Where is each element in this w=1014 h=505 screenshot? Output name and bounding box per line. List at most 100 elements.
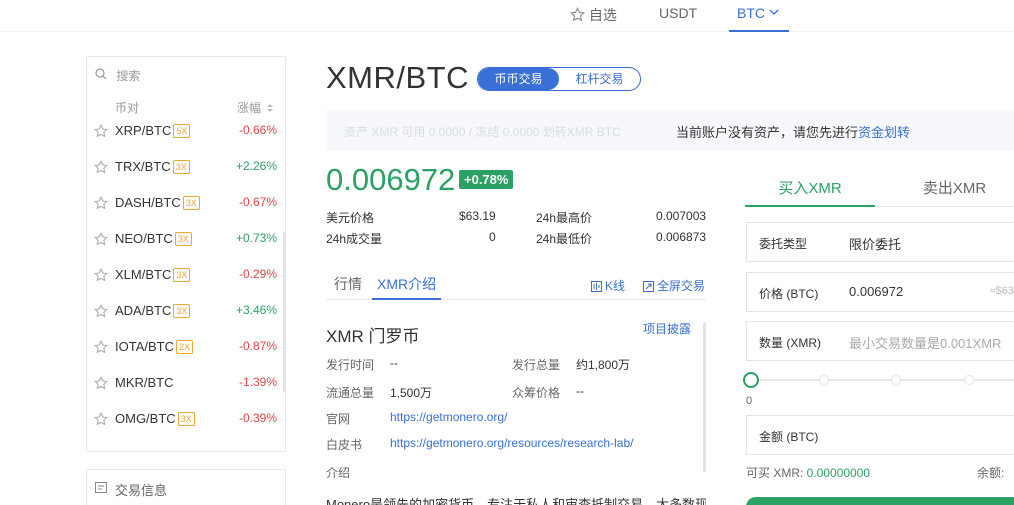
whitepaper-label: 白皮书	[326, 438, 363, 452]
volume-24h-label: 24h成交量	[326, 232, 383, 246]
low-24h-label: 24h最低价	[536, 232, 593, 246]
amount-placeholder: 最小交易数量是0.001XMR	[849, 336, 1002, 351]
intro-scrollbar[interactable]	[703, 322, 706, 472]
market-list-panel: 搜索 币对 涨幅 XRP/BTC 5X -0.66% TRX/BTC 3X +2.2…	[86, 56, 286, 452]
price-field[interactable]: 价格 (BTC) 0.006972 ≈$63	[746, 272, 1014, 312]
pair-row-ada[interactable]: ADA/BTC 3X +3.46%	[87, 294, 285, 330]
available-buy-value: 0.00000000	[806, 466, 871, 480]
star-icon[interactable]	[94, 304, 108, 318]
tab-sell[interactable]: 卖出XMR	[895, 177, 1014, 198]
trade-info-label: 交易信息	[115, 483, 168, 498]
fullscreen-label: 全屏交易	[657, 279, 706, 293]
total-supply-label: 发行总量	[512, 358, 561, 372]
order-type-select[interactable]: 委托类型 限价委托	[746, 222, 1014, 262]
pair-change: +2.26%	[235, 159, 277, 173]
crowdfund-price-value: --	[576, 384, 584, 398]
star-icon[interactable]	[94, 268, 108, 282]
mode-margin-button[interactable]: 杠杆交易	[559, 68, 640, 90]
asset-summary-faded: 资产 XMR 可用 0.0000 / 冻结 0.0000 划转XMR BTC	[344, 125, 621, 139]
tab-usdt[interactable]: USDT	[659, 5, 697, 32]
slider-mark-25[interactable]	[819, 375, 829, 385]
pair-change: -0.87%	[238, 339, 277, 353]
tab-favorites-label: 自选	[588, 7, 617, 23]
no-asset-message: 当前账户没有资产，请您先进行资金划转	[670, 122, 911, 141]
star-icon[interactable]	[94, 160, 108, 174]
pair-change: -0.66%	[238, 123, 277, 137]
pair-row-xrp[interactable]: XRP/BTC 5X -0.66%	[87, 114, 285, 150]
leverage-badge: 3X	[173, 304, 191, 318]
website-link[interactable]: https://getmonero.org/	[390, 410, 507, 424]
volume-24h-value: 0	[489, 230, 496, 244]
price-field-label: 价格 (BTC)	[759, 287, 819, 301]
pair-change: -1.39%	[238, 375, 277, 389]
kline-label: K线	[605, 279, 626, 293]
usd-price-value: $63.19	[459, 209, 496, 223]
slider-mark-75[interactable]	[964, 375, 974, 385]
pair-name: IOTA/BTC 2X	[115, 339, 193, 354]
amount-field-label: 数量 (XMR)	[759, 336, 821, 350]
tab-coin-intro[interactable]: XMR介绍	[372, 274, 442, 300]
description-label: 介绍	[326, 466, 351, 480]
leverage-badge: 3X	[174, 232, 192, 246]
tab-favorites[interactable]: 自选	[570, 5, 617, 32]
pair-name: DASH/BTC 3X	[115, 195, 200, 210]
sort-icon	[267, 104, 274, 112]
amount-slider-track[interactable]	[751, 379, 1014, 381]
pair-change: -0.39%	[238, 411, 277, 425]
pair-symbol: ADA/BTC	[115, 303, 172, 318]
pair-name: TRX/BTC 3X	[115, 159, 190, 174]
pair-name: XLM/BTC 3X	[115, 267, 191, 282]
total-field-label: 金额 (BTC)	[759, 430, 819, 444]
star-icon[interactable]	[94, 376, 108, 390]
circulating-value: 1,500万	[390, 386, 433, 400]
tab-market[interactable]: 行情	[334, 274, 362, 300]
pair-symbol: NEO/BTC	[115, 231, 173, 246]
slider-mark-50[interactable]	[891, 375, 901, 385]
whitepaper-link[interactable]: https://getmonero.org/resources/research…	[390, 436, 633, 450]
search-placeholder: 搜索	[116, 69, 141, 83]
fund-transfer-link[interactable]: 资金划转	[858, 125, 910, 140]
pair-row-mkr[interactable]: MKR/BTC -1.39%	[87, 366, 285, 402]
total-field[interactable]: 金额 (BTC)	[746, 415, 1014, 455]
pair-row-neo[interactable]: NEO/BTC 3X +0.73%	[87, 222, 285, 258]
last-price: 0.006972	[326, 162, 456, 197]
slider-value: 0	[746, 395, 753, 407]
pair-row-dash[interactable]: DASH/BTC 3X -0.67%	[87, 186, 285, 222]
pair-name: ADA/BTC 3X	[115, 303, 191, 318]
leverage-badge: 3X	[172, 160, 190, 174]
star-icon[interactable]	[94, 124, 108, 138]
pair-row-iota[interactable]: IOTA/BTC 2X -0.87%	[87, 330, 285, 366]
kline-button[interactable]: K线	[591, 277, 625, 294]
website-label: 官网	[326, 412, 351, 426]
pair-row-trx[interactable]: TRX/BTC 3X +2.26%	[87, 150, 285, 186]
order-type-label: 委托类型	[759, 237, 808, 251]
search-input[interactable]: 搜索	[95, 67, 140, 84]
leverage-badge: 3X	[177, 412, 195, 426]
star-icon	[570, 7, 585, 22]
issue-time-value: --	[390, 356, 398, 370]
info-list-icon	[95, 482, 107, 493]
fullscreen-button[interactable]: 全屏交易	[643, 277, 705, 294]
tab-btc[interactable]: BTC	[729, 5, 789, 32]
total-supply-value: 约1,800万	[576, 358, 631, 372]
trade-info-panel[interactable]: 交易信息	[86, 469, 286, 505]
star-icon[interactable]	[94, 340, 108, 354]
amount-field[interactable]: 数量 (XMR) 最小交易数量是0.001XMR	[746, 321, 1014, 361]
star-icon[interactable]	[94, 196, 108, 210]
market-list-scrollbar[interactable]	[283, 232, 286, 392]
buy-button[interactable]	[746, 497, 1014, 505]
star-icon[interactable]	[94, 232, 108, 246]
high-24h-label: 24h最高价	[536, 211, 593, 225]
mode-spot-button[interactable]: 币币交易	[478, 68, 559, 90]
price-usd-hint: ≈$63	[989, 285, 1014, 297]
project-disclosure-link[interactable]: 项目披露	[643, 320, 691, 337]
leverage-badge: 3X	[182, 196, 200, 210]
tab-buy[interactable]: 买入XMR	[745, 177, 875, 207]
pair-row-xlm[interactable]: XLM/BTC 3X -0.29%	[87, 258, 285, 294]
pair-row-omg[interactable]: OMG/BTC 3X -0.39%	[87, 402, 285, 438]
no-asset-text: 当前账户没有资产，请您先进行	[676, 125, 859, 140]
detail-tabs: 行情 XMR介绍 K线 全屏交易	[326, 266, 706, 300]
amount-slider-handle[interactable]	[743, 372, 759, 388]
star-icon[interactable]	[94, 412, 108, 426]
high-24h-value: 0.007003	[656, 209, 707, 223]
